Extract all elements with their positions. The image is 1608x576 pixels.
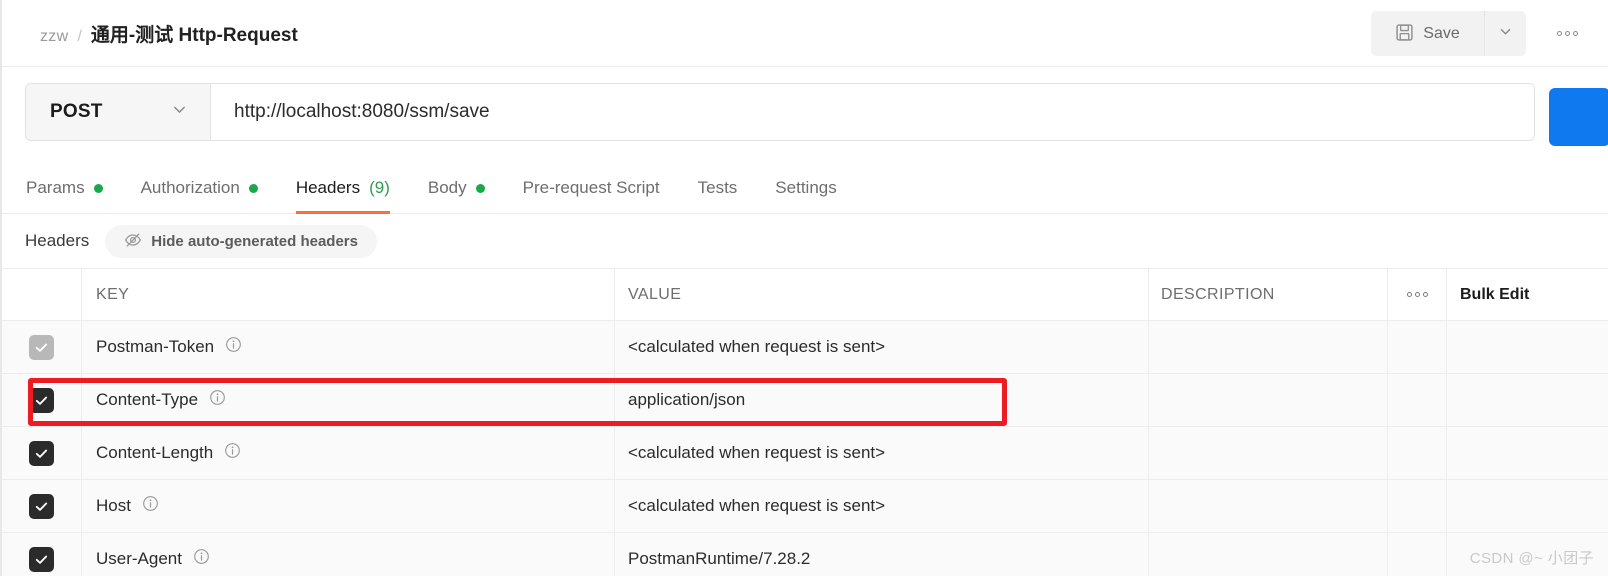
header-key-label: User-Agent bbox=[96, 549, 182, 568]
tab-status-dot-icon bbox=[248, 183, 258, 193]
tab-status-dot-icon bbox=[475, 183, 485, 193]
kebab-dot-icon bbox=[1406, 292, 1412, 297]
url-bar-group: POST http://localhost:8080/ssm/save bbox=[25, 82, 1535, 141]
column-header-value: VALUE bbox=[628, 285, 682, 303]
row-options bbox=[1388, 374, 1447, 426]
header-key-label: Content-Type bbox=[96, 390, 199, 409]
table-row[interactable]: Content-Length <calculated when request … bbox=[2, 427, 1608, 480]
breadcrumb: zzw / 通用-测试 Http-Request bbox=[40, 20, 298, 47]
row-trailing-space bbox=[1447, 480, 1608, 532]
row-checkbox[interactable] bbox=[29, 493, 54, 519]
table-row[interactable]: Content-Type application/json bbox=[2, 374, 1608, 427]
row-checkbox[interactable] bbox=[29, 334, 54, 360]
postman-request-window: zzw / 通用-测试 Http-Request Save POST http:… bbox=[0, 0, 1608, 576]
tab-pre-request-script[interactable]: Pre-request Script bbox=[504, 162, 679, 214]
tab-label: Authorization bbox=[140, 178, 240, 197]
row-trailing-space bbox=[1447, 427, 1608, 479]
request-url-bar: POST http://localhost:8080/ssm/save bbox=[2, 67, 1608, 156]
kebab-dot-icon bbox=[1422, 292, 1428, 297]
row-options bbox=[1388, 480, 1447, 532]
header-cell-checkbox bbox=[2, 269, 82, 320]
page-title: 通用-测试 Http-Request bbox=[90, 24, 298, 46]
header-key-label: Postman-Token bbox=[96, 337, 215, 356]
table-row[interactable]: User-Agent PostmanRuntime/7.28.2 bbox=[2, 533, 1608, 576]
column-header-key: KEY bbox=[96, 285, 130, 303]
window-header: zzw / 通用-测试 Http-Request Save bbox=[2, 0, 1608, 67]
header-value-label: <calculated when request is sent> bbox=[628, 443, 886, 462]
kebab-dot-icon bbox=[1556, 31, 1562, 36]
header-value-label: application/json bbox=[628, 390, 746, 409]
request-tabs: Params Authorization Headers (9) Body Pr… bbox=[2, 162, 1608, 214]
floppy-disk-icon bbox=[1395, 23, 1414, 45]
header-value-label: PostmanRuntime/7.28.2 bbox=[628, 549, 811, 568]
header-actions: Save bbox=[1371, 11, 1584, 56]
row-checkbox[interactable] bbox=[29, 440, 54, 466]
eye-slash-icon bbox=[124, 231, 142, 252]
tab-label: Body bbox=[427, 178, 467, 197]
tab-headers-count: (9) bbox=[369, 178, 390, 197]
column-header-description: DESCRIPTION bbox=[1161, 285, 1275, 303]
info-icon[interactable] bbox=[225, 336, 242, 358]
http-method-label: POST bbox=[50, 100, 103, 122]
kebab-dot-icon bbox=[1414, 292, 1420, 297]
hide-auto-generated-headers-button[interactable]: Hide auto-generated headers bbox=[105, 224, 377, 258]
tab-label: Tests bbox=[697, 178, 738, 197]
breadcrumb-separator: / bbox=[77, 27, 82, 45]
tab-body[interactable]: Body bbox=[409, 162, 504, 214]
chevron-down-icon bbox=[1498, 24, 1513, 44]
info-icon[interactable] bbox=[142, 495, 159, 517]
info-icon[interactable] bbox=[193, 548, 210, 570]
row-options bbox=[1388, 533, 1447, 576]
headers-section-label: Headers bbox=[25, 231, 90, 250]
info-icon[interactable] bbox=[209, 389, 226, 411]
watermark: CSDN @~ 小团子 bbox=[1469, 550, 1594, 567]
table-header-row: KEY VALUE DESCRIPTION Bulk Edit bbox=[2, 268, 1608, 321]
request-url-input[interactable]: http://localhost:8080/ssm/save bbox=[211, 83, 1534, 140]
headers-table: KEY VALUE DESCRIPTION Bulk Edit Postman-… bbox=[2, 268, 1608, 576]
row-checkbox[interactable] bbox=[29, 387, 54, 413]
tab-tests[interactable]: Tests bbox=[679, 162, 757, 214]
more-options-button[interactable] bbox=[1550, 17, 1584, 51]
save-options-dropdown[interactable] bbox=[1484, 11, 1526, 56]
headers-subheader: Headers Hide auto-generated headers bbox=[2, 214, 1608, 268]
hide-auto-generated-headers-label: Hide auto-generated headers bbox=[151, 232, 358, 250]
tab-authorization[interactable]: Authorization bbox=[122, 162, 277, 214]
kebab-dot-icon bbox=[1564, 31, 1570, 36]
http-method-select[interactable]: POST bbox=[26, 83, 211, 140]
row-trailing-space bbox=[1447, 374, 1608, 426]
tab-label: Settings bbox=[775, 178, 837, 197]
header-value-label: <calculated when request is sent> bbox=[628, 496, 886, 515]
info-icon[interactable] bbox=[224, 442, 241, 464]
tab-settings[interactable]: Settings bbox=[756, 162, 855, 214]
row-checkbox[interactable] bbox=[29, 546, 54, 572]
tab-label: Pre-request Script bbox=[522, 178, 660, 197]
header-key-label: Host bbox=[96, 496, 131, 515]
tab-params[interactable]: Params bbox=[26, 162, 122, 214]
kebab-dot-icon bbox=[1572, 31, 1578, 36]
tab-label: Headers bbox=[295, 178, 361, 197]
row-trailing-space bbox=[1447, 321, 1608, 373]
row-options bbox=[1388, 321, 1447, 373]
bulk-edit-button[interactable]: Bulk Edit bbox=[1460, 286, 1529, 304]
tab-status-dot-icon bbox=[93, 183, 103, 193]
breadcrumb-workspace[interactable]: zzw bbox=[40, 28, 68, 46]
tab-label: Params bbox=[26, 178, 85, 197]
header-key-label: Content-Length bbox=[96, 443, 214, 462]
tab-headers[interactable]: Headers (9) bbox=[277, 162, 409, 214]
table-row[interactable]: Host <calculated when request is sent> bbox=[2, 480, 1608, 533]
table-row[interactable]: Postman-Token <calculated when request i… bbox=[2, 321, 1608, 374]
row-options bbox=[1388, 427, 1447, 479]
table-options-button[interactable] bbox=[1388, 269, 1447, 320]
save-button-label: Save bbox=[1423, 24, 1460, 42]
save-button[interactable]: Save bbox=[1371, 11, 1484, 56]
chevron-down-icon bbox=[171, 101, 188, 123]
send-button[interactable] bbox=[1549, 88, 1608, 146]
header-value-label: <calculated when request is sent> bbox=[628, 337, 886, 356]
